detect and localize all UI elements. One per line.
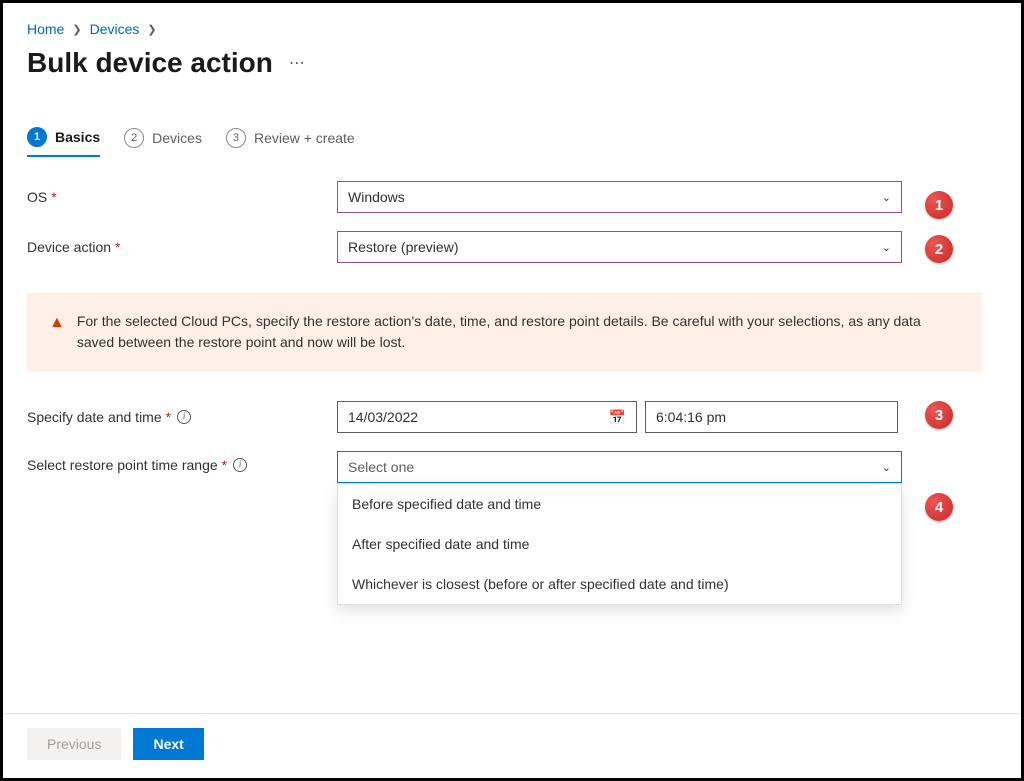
required-indicator: * — [51, 189, 56, 205]
page-title: Bulk device action — [27, 47, 273, 79]
chevron-down-icon: ⌄ — [882, 241, 891, 254]
warning-banner: ▲ For the selected Cloud PCs, specify th… — [27, 293, 982, 371]
annotation-badge-2: 2 — [925, 235, 953, 263]
more-actions-icon[interactable]: ⋯ — [289, 53, 305, 73]
tab-devices[interactable]: 2 Devices — [124, 127, 202, 157]
chevron-down-icon: ⌄ — [882, 461, 891, 474]
tab-label: Review + create — [254, 130, 355, 146]
date-input[interactable]: 14/03/2022 📅 — [337, 401, 637, 433]
annotation-badge-1: 1 — [925, 191, 953, 219]
tab-basics[interactable]: 1 Basics — [27, 127, 100, 157]
tab-step-number: 3 — [226, 128, 246, 148]
device-action-select-value: Restore (preview) — [348, 239, 458, 255]
annotation-badge-3: 3 — [925, 401, 953, 429]
time-value: 6:04:16 pm — [656, 409, 726, 425]
warning-icon: ▲ — [49, 311, 65, 353]
restore-range-select[interactable]: Select one ⌄ — [337, 451, 902, 483]
restore-range-placeholder: Select one — [348, 459, 414, 475]
wizard-footer: Previous Next — [3, 713, 1021, 760]
next-button[interactable]: Next — [133, 728, 203, 760]
tab-label: Basics — [55, 129, 100, 145]
required-indicator: * — [222, 457, 227, 473]
calendar-icon: 📅 — [609, 409, 626, 426]
required-indicator: * — [166, 409, 171, 425]
chevron-right-icon: ❯ — [72, 23, 81, 36]
os-label: OS — [27, 189, 47, 205]
restore-range-option[interactable]: After specified date and time — [338, 524, 901, 564]
time-input[interactable]: 6:04:16 pm — [645, 401, 898, 433]
tab-label: Devices — [152, 130, 202, 146]
wizard-tabs: 1 Basics 2 Devices 3 Review + create — [27, 127, 997, 157]
breadcrumb-devices[interactable]: Devices — [90, 21, 140, 37]
annotation-badge-4: 4 — [925, 493, 953, 521]
restore-range-option[interactable]: Before specified date and time — [338, 484, 901, 524]
previous-button: Previous — [27, 728, 121, 760]
date-value: 14/03/2022 — [348, 409, 418, 425]
required-indicator: * — [115, 239, 120, 255]
info-icon[interactable]: i — [233, 458, 247, 472]
tab-step-number: 1 — [27, 127, 47, 147]
os-select-value: Windows — [348, 189, 405, 205]
device-action-label: Device action — [27, 239, 111, 255]
range-label: Select restore point time range — [27, 457, 218, 473]
tab-step-number: 2 — [124, 128, 144, 148]
os-select[interactable]: Windows ⌄ — [337, 181, 902, 213]
restore-range-dropdown-panel: Before specified date and time After spe… — [337, 483, 902, 605]
device-action-select[interactable]: Restore (preview) ⌄ — [337, 231, 902, 263]
tab-review-create[interactable]: 3 Review + create — [226, 127, 355, 157]
chevron-right-icon: ❯ — [147, 23, 156, 36]
warning-text: For the selected Cloud PCs, specify the … — [77, 311, 960, 353]
restore-range-option[interactable]: Whichever is closest (before or after sp… — [338, 564, 901, 604]
breadcrumb-home[interactable]: Home — [27, 21, 64, 37]
chevron-down-icon: ⌄ — [882, 191, 891, 204]
datetime-label: Specify date and time — [27, 409, 162, 425]
breadcrumb: Home ❯ Devices ❯ — [27, 21, 997, 37]
info-icon[interactable]: i — [177, 410, 191, 424]
